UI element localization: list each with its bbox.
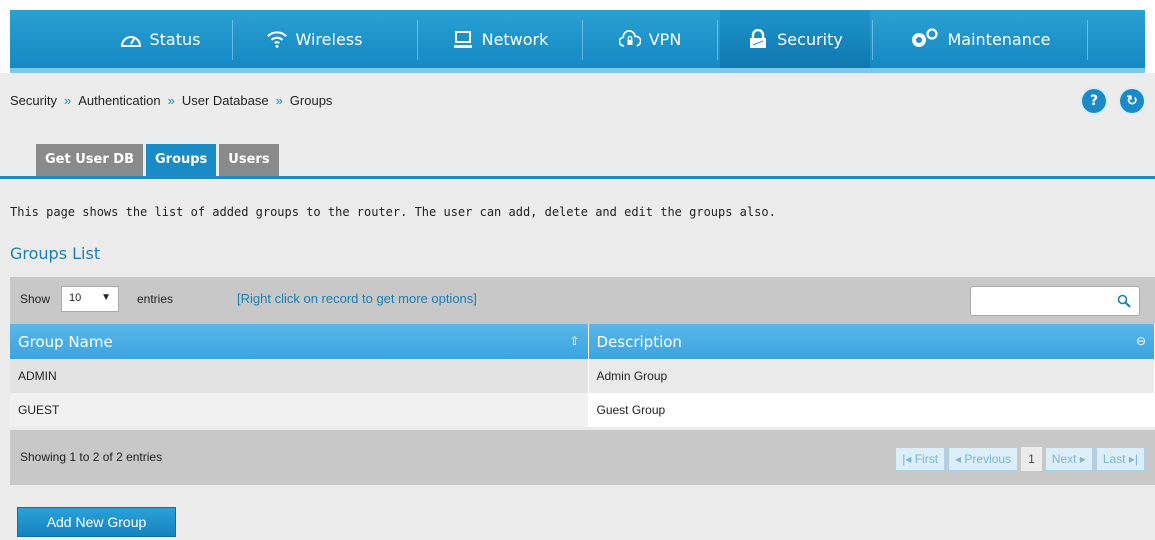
search-input[interactable] xyxy=(970,286,1140,316)
cell-description: Guest Group xyxy=(588,393,1155,427)
page-size-value: 10 xyxy=(69,292,82,304)
breadcrumb-separator: » xyxy=(275,93,283,108)
page-description: This page shows the list of added groups… xyxy=(10,205,776,219)
first-label: First xyxy=(914,452,939,466)
nav-network-label: Network xyxy=(481,29,549,49)
page-number-button[interactable]: 1 xyxy=(1021,447,1042,471)
monitor-icon xyxy=(452,28,474,50)
nav-security[interactable]: Security xyxy=(720,10,870,68)
tab-bar: Get User DB Groups Users xyxy=(36,144,279,176)
chevron-down-icon: ▼ xyxy=(101,292,111,303)
next-page-button[interactable]: Next ▸ xyxy=(1044,447,1093,471)
breadcrumb-separator: » xyxy=(63,93,72,108)
search-icon[interactable] xyxy=(1117,294,1131,308)
section-title: Groups List xyxy=(10,244,101,263)
table-toolbar: Show 10 ▼ entries [Right click on record… xyxy=(10,277,1155,324)
nav-maintenance-label: Maintenance xyxy=(947,29,1051,49)
table-row[interactable]: GUEST Guest Group xyxy=(10,393,1155,427)
tab-users[interactable]: Users xyxy=(219,144,279,176)
entries-label: entries xyxy=(137,292,174,306)
table-footer: Showing 1 to 2 of 2 entries |◂ First ◂ P… xyxy=(10,430,1155,485)
sort-both-icon[interactable]: ⊖ xyxy=(1136,334,1146,348)
cell-group-name: ADMIN xyxy=(10,359,589,393)
breadcrumb-item[interactable]: Authentication xyxy=(78,93,160,108)
column-header-label: Group Name xyxy=(18,332,113,351)
help-button[interactable]: ? xyxy=(1082,89,1106,113)
nav-maintenance[interactable]: Maintenance xyxy=(875,10,1085,68)
nav-status[interactable]: Status xyxy=(90,10,230,68)
sort-asc-icon[interactable]: ⇧ xyxy=(569,334,579,348)
previous-label: Previous xyxy=(964,452,1012,466)
nav-security-label: Security xyxy=(777,29,843,49)
first-page-button[interactable]: |◂ First xyxy=(895,447,946,471)
table-row[interactable]: ADMIN Admin Group xyxy=(10,359,1155,393)
cell-description: Admin Group xyxy=(588,359,1155,393)
padlock-icon xyxy=(747,28,769,50)
nav-status-label: Status xyxy=(149,29,201,49)
nav-wireless-label: Wireless xyxy=(295,29,363,49)
page-size-select[interactable]: 10 ▼ xyxy=(61,286,119,312)
last-label: Last xyxy=(1102,452,1126,466)
column-header-group-name[interactable]: Group Name ⇧ xyxy=(10,324,589,359)
first-icon: |◂ xyxy=(902,452,915,466)
pagination: |◂ First ◂ Previous 1 Next ▸ Last ▸| xyxy=(895,447,1145,471)
tab-underline xyxy=(0,176,1155,179)
breadcrumb-item[interactable]: Security xyxy=(10,93,57,108)
nav-network[interactable]: Network xyxy=(420,10,580,68)
cloud-lock-icon xyxy=(618,28,641,50)
add-new-group-button[interactable]: Add New Group xyxy=(17,507,176,537)
main-content: Security » Authentication » User Database » Gr… xyxy=(0,73,1155,540)
next-label: Next xyxy=(1051,452,1077,466)
wifi-icon xyxy=(266,28,288,50)
breadcrumb-item[interactable]: User Database xyxy=(182,93,269,108)
gauge-icon xyxy=(120,28,142,50)
refresh-button[interactable]: ↻ xyxy=(1120,89,1144,113)
nav-vpn-label: VPN xyxy=(648,29,682,49)
column-header-description[interactable]: Description ⊖ xyxy=(588,324,1155,359)
top-navigation: Status Wireless Network VPN Security Mai… xyxy=(10,10,1145,73)
breadcrumb-separator: » xyxy=(167,93,175,108)
last-page-button[interactable]: Last ▸| xyxy=(1095,447,1145,471)
breadcrumb-item: Groups xyxy=(289,93,333,108)
breadcrumb: Security » Authentication » User Database » Gr… xyxy=(10,93,332,108)
gears-icon xyxy=(909,28,939,50)
last-icon: ▸| xyxy=(1125,452,1138,466)
column-header-label: Description xyxy=(596,332,682,351)
entries-info: Showing 1 to 2 of 2 entries xyxy=(20,450,163,464)
next-icon: ▸ xyxy=(1076,452,1086,466)
cell-group-name: GUEST xyxy=(10,393,589,427)
nav-vpn[interactable]: VPN xyxy=(585,10,715,68)
tab-get-user-db[interactable]: Get User DB xyxy=(36,144,143,176)
show-label: Show xyxy=(20,292,51,306)
previous-page-button[interactable]: ◂ Previous xyxy=(948,447,1019,471)
right-click-hint: [Right click on record to get more optio… xyxy=(237,291,477,306)
tab-groups[interactable]: Groups xyxy=(145,144,217,176)
groups-table: Group Name ⇧ Description ⊖ ADMIN Admin G… xyxy=(10,324,1155,427)
nav-wireless[interactable]: Wireless xyxy=(235,10,393,68)
previous-icon: ◂ xyxy=(955,452,965,466)
